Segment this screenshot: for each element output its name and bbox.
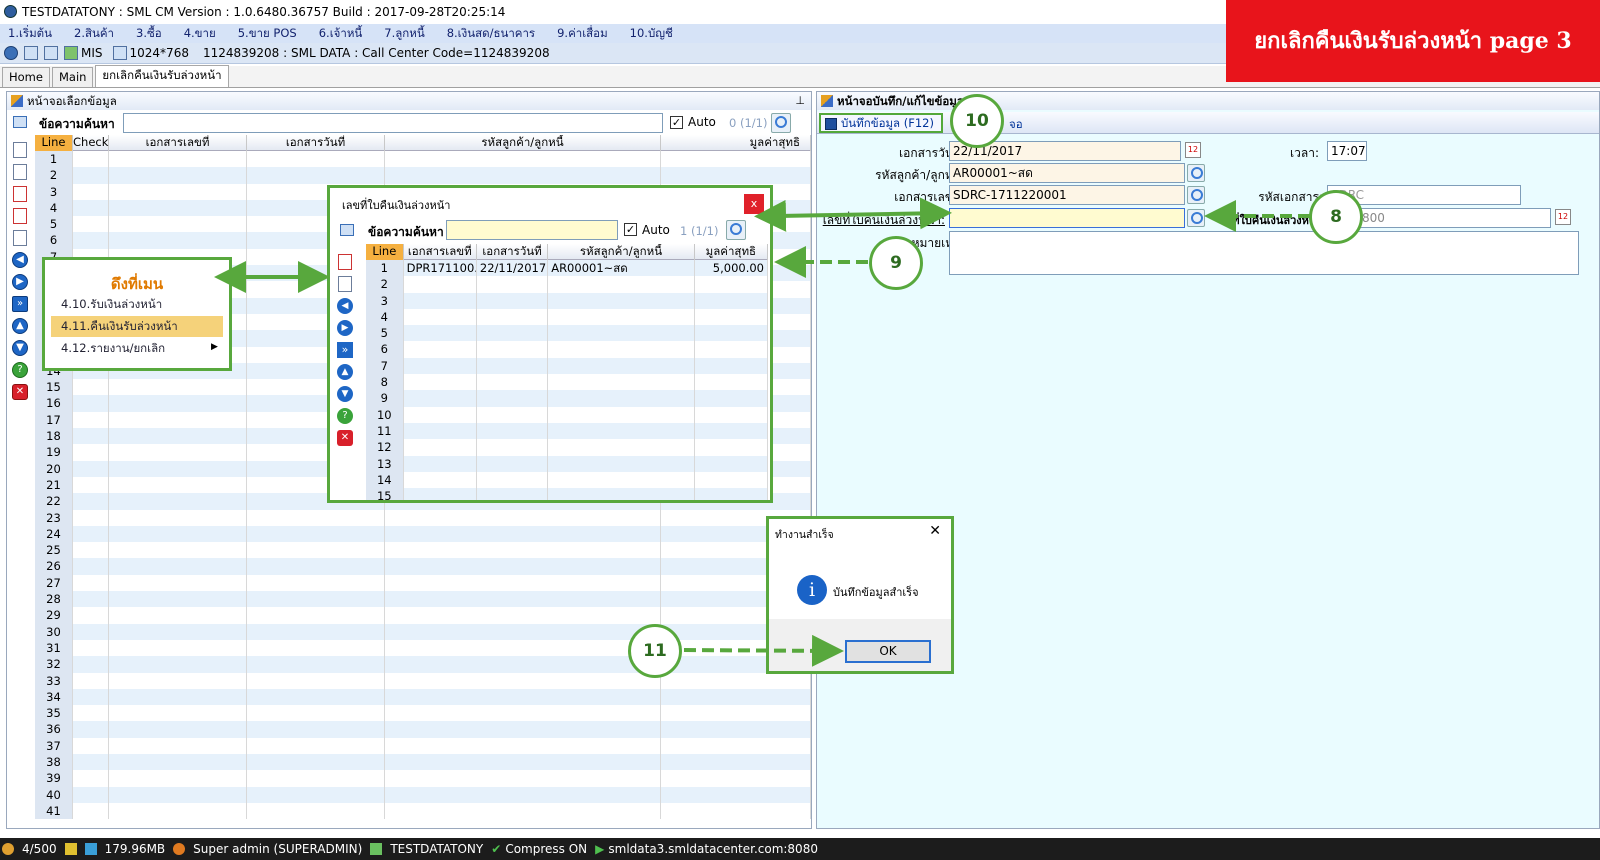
callout-9: 9	[869, 236, 923, 290]
callout-11: 11	[628, 624, 682, 678]
status-memory: 179.96MB	[104, 842, 166, 856]
key-icon	[64, 843, 77, 855]
status-server: smldata3.smldatacenter.com:8080	[608, 842, 818, 856]
arrow-popup-to-field	[754, 197, 952, 232]
status-users: 4/500	[22, 842, 57, 856]
database-icon	[370, 843, 383, 855]
status-bar: 4/500 179.96MB Super admin (SUPERADMIN) …	[0, 838, 1600, 860]
user-icon	[173, 843, 186, 855]
users-icon	[2, 843, 14, 855]
callout-10: 10	[950, 94, 1004, 148]
status-db: TESTDATATONY	[390, 842, 484, 856]
annotation-arrows	[214, 197, 1310, 667]
status-compress: Compress ON	[505, 842, 588, 856]
callout-8: 8	[1309, 190, 1363, 244]
status-user: Super admin (SUPERADMIN)	[193, 842, 363, 856]
arrow-callout-11	[683, 634, 844, 667]
monitor-icon	[84, 843, 97, 855]
play-icon: ▶	[595, 842, 605, 856]
check-icon: ✔	[491, 842, 502, 856]
